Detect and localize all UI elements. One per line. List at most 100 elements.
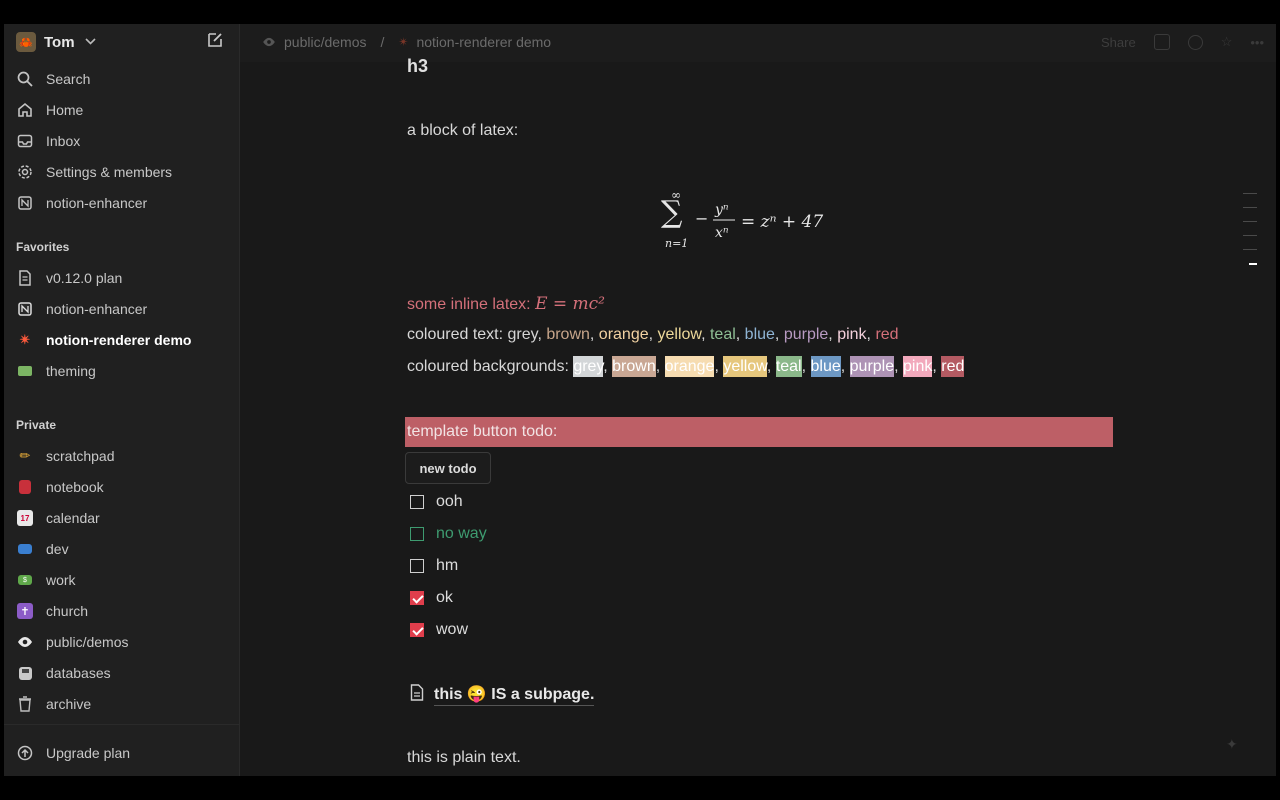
sidebar-item-search[interactable]: Search bbox=[16, 66, 231, 92]
breadcrumb-public-demos[interactable]: public/demos bbox=[284, 34, 367, 50]
checkbox[interactable] bbox=[410, 559, 424, 573]
latex-intro-text[interactable]: a block of latex: bbox=[407, 122, 518, 140]
sidebar-item-public-demos[interactable]: public/demos bbox=[16, 629, 231, 655]
sidebar-item-label: databases bbox=[46, 665, 111, 681]
sidebar-item-databases[interactable]: databases bbox=[16, 660, 231, 686]
latex-block[interactable]: ∞ ∑ n=1 − yⁿ xⁿ = zⁿ + 47 bbox=[659, 167, 829, 257]
coloured-bg-grey: grey bbox=[573, 356, 604, 377]
sidebar-item-dev[interactable]: dev bbox=[16, 536, 231, 562]
sidebar-item-label: notion-enhancer bbox=[46, 301, 148, 317]
home-icon bbox=[16, 101, 34, 119]
inline-latex-formula: E = mc² bbox=[535, 294, 605, 314]
floppy-icon bbox=[16, 664, 34, 682]
coloured-word-yellow: yellow bbox=[657, 326, 702, 343]
coloured-word-pink: pink bbox=[837, 326, 867, 343]
subpage-title: this 😜 IS a subpage. bbox=[434, 684, 595, 706]
sidebar-item-work[interactable]: $ work bbox=[16, 567, 231, 593]
sidebar-item-home[interactable]: Home bbox=[16, 97, 231, 123]
todo-item[interactable]: hm bbox=[410, 556, 458, 576]
topbar: public/demos / ✴ notion-renderer demo Sh… bbox=[240, 24, 1276, 62]
coloured-backgrounds-line[interactable]: coloured backgrounds: grey, brown, orang… bbox=[407, 356, 965, 377]
coloured-bg-orange: orange bbox=[664, 356, 715, 377]
ai-sparkle-icon[interactable]: ✦ bbox=[1226, 736, 1238, 753]
breadcrumb-notion-renderer-demo[interactable]: notion-renderer demo bbox=[416, 34, 551, 50]
subpage-link[interactable]: this 😜 IS a subpage. bbox=[410, 684, 595, 706]
sidebar-item-label: Inbox bbox=[46, 133, 81, 149]
template-button-heading[interactable]: template button todo: bbox=[405, 417, 1113, 447]
sidebar-item-notebook[interactable]: notebook bbox=[16, 474, 231, 500]
star-icon[interactable]: ☆ bbox=[1221, 34, 1233, 50]
sidebar-item-label: Settings & members bbox=[46, 164, 173, 180]
coloured-word-brown: brown bbox=[546, 326, 590, 343]
sidebar-item-theming[interactable]: theming bbox=[16, 358, 231, 384]
checkbox[interactable] bbox=[410, 527, 424, 541]
more-icon[interactable]: ••• bbox=[1250, 35, 1264, 50]
todo-item[interactable]: ooh bbox=[410, 492, 463, 512]
enhancer-icon bbox=[16, 300, 34, 318]
sidebar-item-label: scratchpad bbox=[46, 448, 115, 464]
todo-item[interactable]: wow bbox=[410, 620, 468, 640]
checkbox[interactable] bbox=[410, 495, 424, 509]
eye-icon bbox=[16, 633, 34, 651]
inline-latex-label: some inline latex: bbox=[407, 296, 536, 313]
app-window: 🦀 Tom Search Home Inbox Settings & membe… bbox=[4, 24, 1276, 776]
sidebar-item-calendar[interactable]: 17 calendar bbox=[16, 505, 231, 531]
coloured-word-grey: grey bbox=[507, 326, 538, 343]
clock-icon[interactable] bbox=[1187, 34, 1203, 50]
breadcrumb-separator: / bbox=[380, 34, 385, 50]
coloured-word-red: red bbox=[875, 326, 899, 343]
workspace-name: Tom bbox=[44, 33, 75, 51]
coloured-word-teal: teal bbox=[709, 326, 736, 343]
latex-sum-bottom: n=1 bbox=[665, 237, 688, 250]
sidebar-item-notion-enhancer-fav[interactable]: notion-enhancer bbox=[16, 296, 231, 322]
sparkle-icon: ✴ bbox=[19, 332, 31, 347]
calendar-icon: 17 bbox=[16, 509, 34, 527]
sidebar-item-archive[interactable]: archive bbox=[16, 691, 231, 717]
coloured-text-line[interactable]: coloured text: grey, brown, orange, yell… bbox=[407, 326, 899, 344]
coloured-bg-pink: pink bbox=[903, 356, 933, 377]
table-of-contents-minimap[interactable] bbox=[1243, 193, 1257, 278]
breadcrumb: public/demos / ✴ notion-renderer demo bbox=[262, 34, 551, 50]
upgrade-plan-button[interactable]: Upgrade plan bbox=[16, 740, 231, 766]
coloured-bg-red: red bbox=[941, 356, 965, 377]
sidebar-item-scratchpad[interactable]: ✏ scratchpad bbox=[16, 443, 231, 469]
new-todo-button[interactable]: new todo bbox=[405, 452, 491, 484]
comment-icon[interactable] bbox=[1153, 34, 1170, 50]
coloured-word-blue: blue bbox=[744, 326, 775, 343]
sidebar-item-label: v0.12.0 plan bbox=[46, 270, 123, 286]
gear-icon bbox=[16, 163, 34, 181]
share-button[interactable]: Share bbox=[1101, 35, 1136, 50]
sidebar-item-inbox[interactable]: Inbox bbox=[16, 128, 231, 154]
checkbox-checked[interactable] bbox=[410, 623, 424, 637]
sidebar-item-settings[interactable]: Settings & members bbox=[16, 159, 231, 185]
sidebar-item-label: Home bbox=[46, 102, 84, 118]
sidebar-item-label: calendar bbox=[46, 510, 100, 526]
checkbox-checked[interactable] bbox=[410, 591, 424, 605]
todo-item[interactable]: ok bbox=[410, 588, 453, 608]
sparkle-icon: ✴ bbox=[398, 35, 409, 49]
coloured-word-orange: orange bbox=[598, 326, 649, 343]
sidebar-item-label: church bbox=[46, 603, 89, 619]
sidebar-item-church[interactable]: ✝ church bbox=[16, 598, 231, 624]
workspace-avatar: 🦀 bbox=[16, 32, 36, 52]
todo-label: no way bbox=[436, 525, 487, 542]
topbar-actions: Share ☆ ••• bbox=[1101, 34, 1264, 50]
workspace-switcher[interactable]: 🦀 Tom bbox=[16, 31, 96, 53]
sidebar-item-notion-enhancer[interactable]: notion-enhancer bbox=[16, 190, 231, 216]
heading-h3[interactable]: h3 bbox=[407, 56, 428, 77]
coloured-text-label: coloured text: bbox=[407, 326, 508, 343]
coloured-bg-purple: purple bbox=[849, 356, 895, 377]
coloured-bg-blue: blue bbox=[810, 356, 841, 377]
divider bbox=[4, 724, 239, 725]
new-page-icon[interactable] bbox=[206, 31, 226, 51]
upgrade-icon bbox=[16, 744, 34, 762]
sidebar-item-notion-renderer-demo[interactable]: ✴ notion-renderer demo bbox=[16, 327, 231, 353]
coloured-word-purple: purple bbox=[783, 326, 829, 343]
search-icon bbox=[16, 70, 34, 88]
plain-text-paragraph[interactable]: this is plain text. bbox=[407, 749, 521, 767]
inline-latex-line[interactable]: some inline latex: E = mc² bbox=[407, 294, 605, 314]
svg-text:−: − bbox=[695, 209, 708, 228]
inbox-icon bbox=[16, 132, 34, 150]
todo-item[interactable]: no way bbox=[410, 524, 487, 544]
sidebar-item-v0120-plan[interactable]: v0.12.0 plan bbox=[16, 265, 231, 291]
